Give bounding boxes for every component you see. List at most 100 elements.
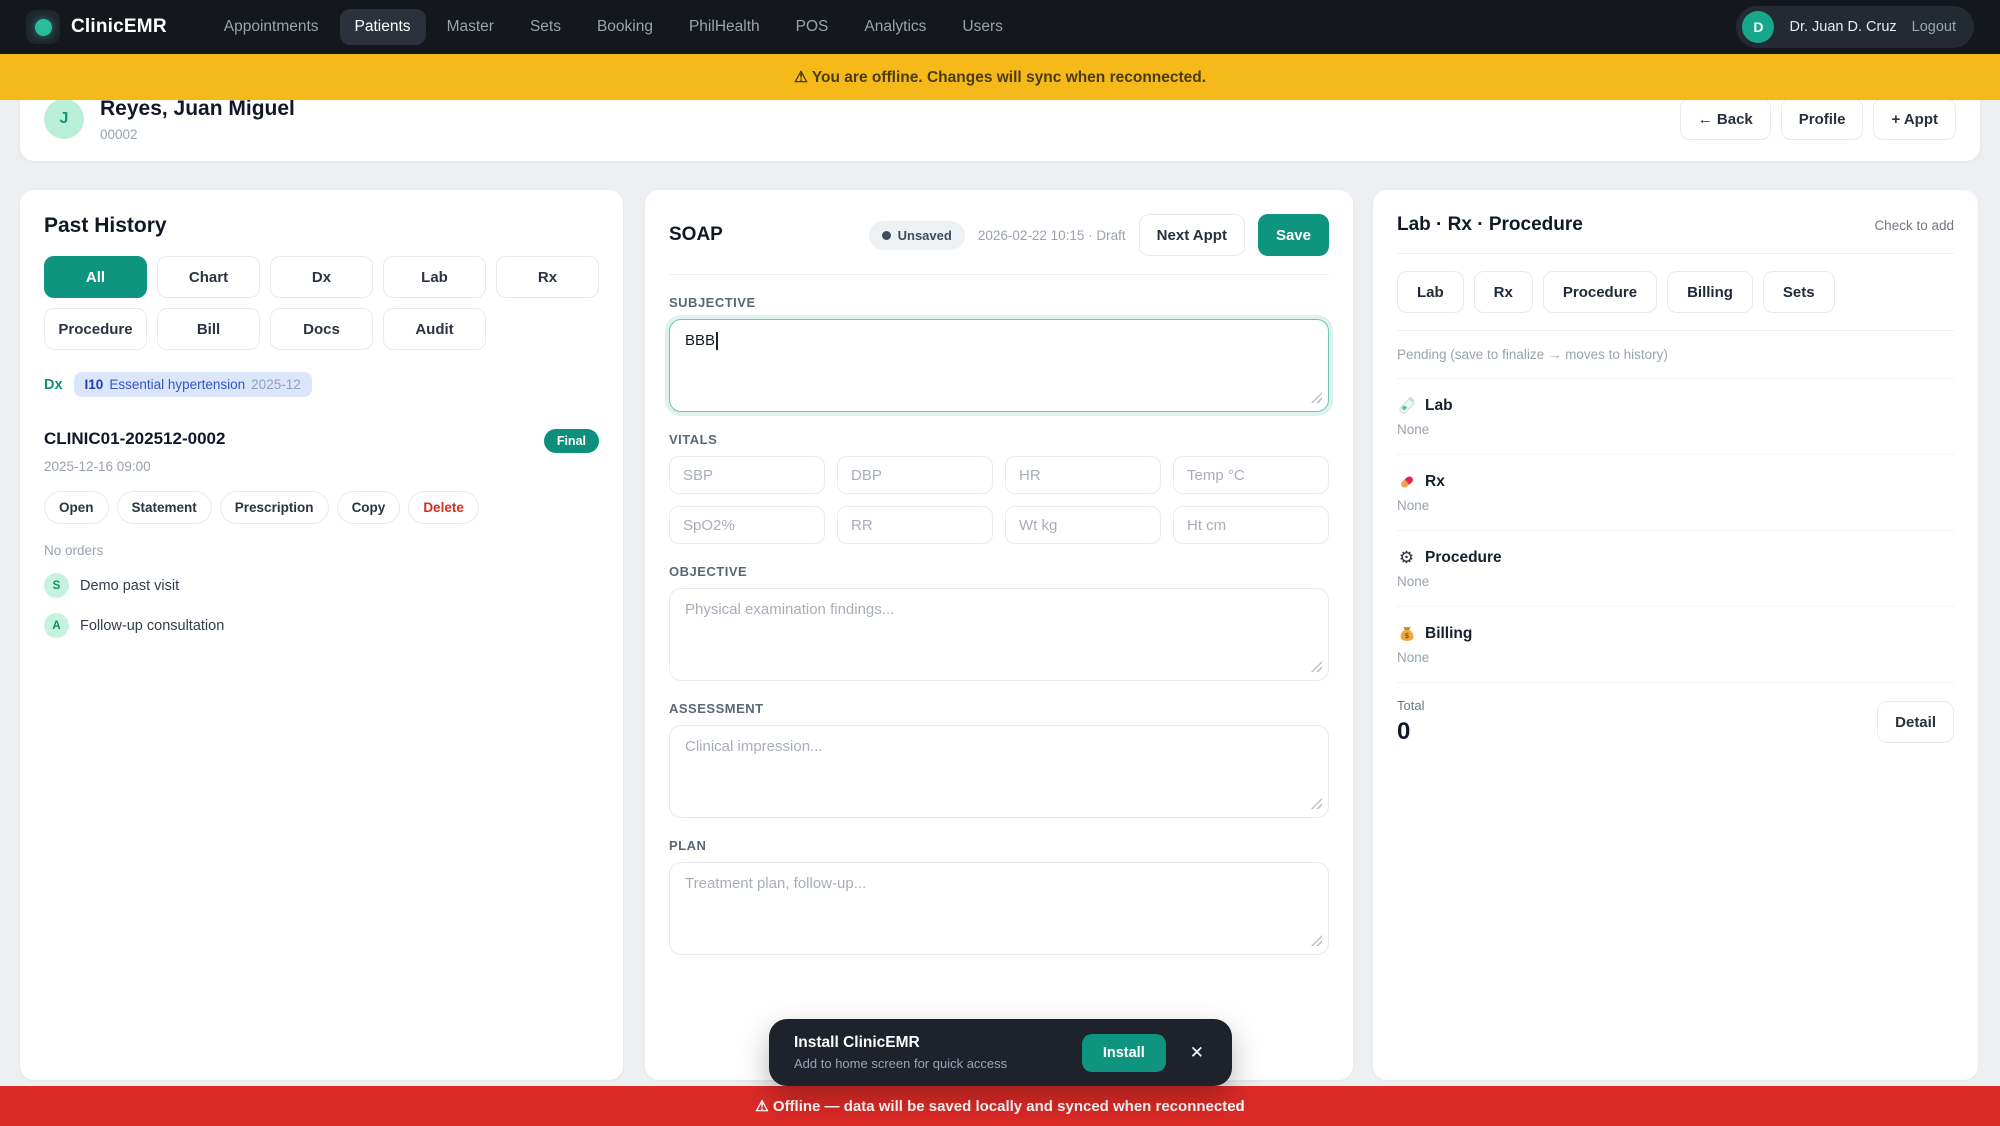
nav-item-master[interactable]: Master	[432, 9, 509, 45]
nav-item-philhealth[interactable]: PhilHealth	[674, 9, 775, 45]
add-appt-button[interactable]: + Appt	[1873, 98, 1956, 140]
rx-section-header: Rx	[1397, 472, 1954, 491]
filter-dx[interactable]: Dx	[270, 256, 373, 298]
subjective-textarea[interactable]: BBB	[669, 319, 1329, 412]
profile-button[interactable]: Profile	[1781, 98, 1864, 140]
billing-section-value: None	[1397, 650, 1954, 665]
height-input[interactable]	[1173, 506, 1329, 544]
history-filter-group: All Chart Dx Lab Rx Procedure Bill Docs …	[44, 256, 599, 350]
brand-logo[interactable]: ClinicEMR	[26, 10, 167, 44]
statement-button[interactable]: Statement	[117, 491, 212, 524]
unsaved-status-badge: Unsaved	[869, 221, 965, 250]
sbp-input[interactable]	[669, 456, 825, 494]
temp-input[interactable]	[1173, 456, 1329, 494]
nav-item-users[interactable]: Users	[947, 9, 1017, 45]
unsaved-dot-icon	[882, 231, 891, 240]
detail-button[interactable]: Detail	[1877, 701, 1954, 743]
offline-footer-bar: ⚠ Offline — data will be saved locally a…	[0, 1086, 2000, 1126]
patient-avatar: J	[44, 99, 84, 139]
procedure-section-value: None	[1397, 574, 1954, 589]
vitals-label: VITALS	[669, 432, 1329, 447]
prescription-button[interactable]: Prescription	[220, 491, 329, 524]
text-caret	[716, 332, 718, 350]
tab-lab[interactable]: Lab	[1397, 271, 1464, 313]
filter-chart[interactable]: Chart	[157, 256, 260, 298]
filter-audit[interactable]: Audit	[383, 308, 486, 350]
user-menu[interactable]: D Dr. Juan D. Cruz Logout	[1736, 6, 1974, 48]
tab-procedure[interactable]: Procedure	[1543, 271, 1657, 313]
assessment-textarea[interactable]	[669, 725, 1329, 818]
next-appt-button[interactable]: Next Appt	[1139, 214, 1245, 256]
objective-label: OBJECTIVE	[669, 564, 1329, 579]
filter-lab[interactable]: Lab	[383, 256, 486, 298]
check-to-add-hint: Check to add	[1874, 218, 1954, 233]
visit-note-assessment: A Follow-up consultation	[44, 613, 599, 638]
user-avatar: D	[1742, 11, 1774, 43]
vitals-grid	[669, 456, 1329, 544]
nav-item-sets[interactable]: Sets	[515, 9, 576, 45]
dx-type-label: Dx	[44, 377, 63, 393]
section-divider	[1397, 682, 1954, 683]
past-history-panel: Past History All Chart Dx Lab Rx Procedu…	[20, 190, 623, 1080]
tab-sets[interactable]: Sets	[1763, 271, 1835, 313]
user-name: Dr. Juan D. Cruz	[1789, 19, 1896, 35]
tab-rx[interactable]: Rx	[1474, 271, 1533, 313]
delete-visit-button[interactable]: Delete	[408, 491, 479, 524]
soap-meta: Unsaved 2026-02-22 10:15 · Draft Next Ap…	[869, 214, 1329, 256]
nav-item-patients[interactable]: Patients	[340, 9, 426, 45]
diagnosis-row: Dx I10 Essential hypertension 2025-12	[44, 372, 599, 397]
diagnosis-pill[interactable]: I10 Essential hypertension 2025-12	[74, 372, 312, 397]
copy-visit-button[interactable]: Copy	[337, 491, 401, 524]
svg-text:$: $	[1404, 632, 1409, 640]
orders-title: Lab · Rx · Procedure	[1397, 214, 1583, 236]
hr-input[interactable]	[1005, 456, 1161, 494]
patient-id: 00002	[100, 127, 295, 142]
orders-tabs-divider	[1397, 330, 1954, 331]
filter-all[interactable]: All	[44, 256, 147, 298]
nav-item-appointments[interactable]: Appointments	[209, 9, 334, 45]
offline-sync-banner: ⚠ You are offline. Changes will sync whe…	[0, 54, 2000, 100]
nav-item-analytics[interactable]: Analytics	[849, 9, 941, 45]
total-value: 0	[1397, 718, 1424, 746]
nav-item-booking[interactable]: Booking	[582, 9, 668, 45]
procedure-section-title: Procedure	[1425, 549, 1502, 567]
install-toast-title: Install ClinicEMR	[794, 1034, 1064, 1052]
nav-links: Appointments Patients Master Sets Bookin…	[209, 9, 1018, 45]
rr-input[interactable]	[837, 506, 993, 544]
nav-item-pos[interactable]: POS	[781, 9, 844, 45]
patient-actions: ← Back Profile + Appt	[1680, 98, 1956, 140]
filter-docs[interactable]: Docs	[270, 308, 373, 350]
pending-note: Pending (save to finalize → moves to his…	[1397, 347, 1954, 362]
note-text: Follow-up consultation	[80, 618, 224, 634]
dbp-input[interactable]	[837, 456, 993, 494]
tab-billing[interactable]: Billing	[1667, 271, 1753, 313]
lab-section-title: Lab	[1425, 397, 1453, 415]
install-toast: Install ClinicEMR Add to home screen for…	[769, 1019, 1232, 1086]
filter-rx[interactable]: Rx	[496, 256, 599, 298]
assessment-label: ASSESSMENT	[669, 701, 1329, 716]
note-text: Demo past visit	[80, 578, 179, 594]
section-divider	[1397, 606, 1954, 607]
install-toast-text: Install ClinicEMR Add to home screen for…	[794, 1034, 1064, 1071]
install-button[interactable]: Install	[1082, 1034, 1166, 1072]
filter-procedure[interactable]: Procedure	[44, 308, 147, 350]
billing-section-title: Billing	[1425, 625, 1472, 643]
objective-textarea[interactable]	[669, 588, 1329, 681]
lab-section-value: None	[1397, 422, 1954, 437]
save-button[interactable]: Save	[1258, 214, 1329, 256]
weight-input[interactable]	[1005, 506, 1161, 544]
spo2-input[interactable]	[669, 506, 825, 544]
logout-button[interactable]: Logout	[1912, 19, 1956, 35]
plan-textarea[interactable]	[669, 862, 1329, 955]
soap-title: SOAP	[669, 224, 723, 246]
close-icon[interactable]: ✕	[1184, 1037, 1210, 1069]
open-visit-button[interactable]: Open	[44, 491, 109, 524]
back-button[interactable]: ← Back	[1680, 98, 1771, 140]
orders-panel: Lab · Rx · Procedure Check to add Lab Rx…	[1373, 190, 1978, 1080]
dx-code: I10	[85, 377, 104, 392]
patient-name: Reyes, Juan Miguel	[100, 97, 295, 121]
plan-label: PLAN	[669, 838, 1329, 853]
filter-bill[interactable]: Bill	[157, 308, 260, 350]
brand-name: ClinicEMR	[71, 16, 167, 38]
section-divider	[1397, 530, 1954, 531]
